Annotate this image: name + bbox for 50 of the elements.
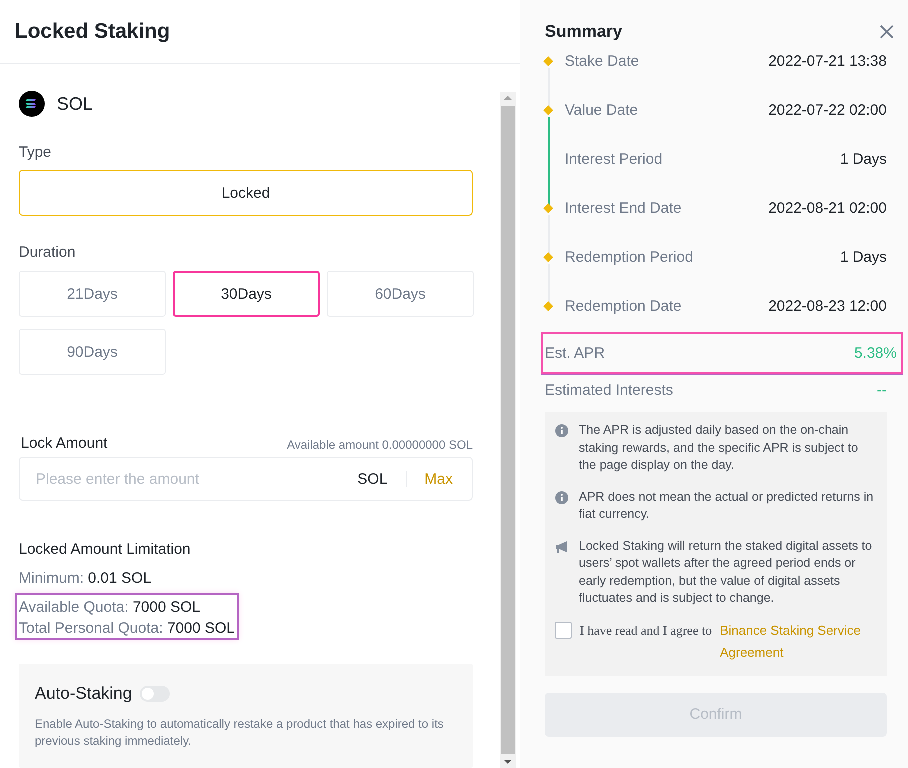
summary-label: Value Date bbox=[565, 103, 640, 119]
max-button[interactable]: Max bbox=[424, 470, 453, 488]
field-label: Duration bbox=[19, 244, 77, 261]
summary-title: Summary bbox=[545, 22, 622, 42]
agreement-text: I have read and I agree to bbox=[580, 622, 712, 640]
auto-staking-description: Enable Auto-Staking to automatically restake a product that has expired to its previous staking immediately. bbox=[35, 716, 445, 750]
duration-option[interactable]: 90Days bbox=[19, 329, 166, 375]
summary-label: Redemption Date bbox=[565, 299, 683, 315]
checkbox[interactable] bbox=[555, 622, 572, 638]
limit-text: Total Personal Quota: 7000 SOL bbox=[19, 620, 235, 637]
auto-staking-label: Auto-Staking bbox=[35, 684, 132, 704]
apr-label: Est. APR bbox=[545, 344, 606, 362]
coin-icon bbox=[19, 91, 45, 117]
duration-option[interactable]: 60Days bbox=[327, 271, 474, 317]
notice-text: APR does not mean the actual or predicted returns in fiat currency. bbox=[579, 488, 875, 523]
section-title: Locked Amount Limitation bbox=[19, 541, 192, 558]
unit-label: SOL bbox=[358, 470, 388, 488]
summary-value: 2022-08-23 12:00 bbox=[768, 299, 887, 315]
summary-label: Interest End Date bbox=[565, 201, 683, 217]
info-icon bbox=[555, 424, 569, 438]
summary-value: 2022-07-21 13:38 bbox=[768, 54, 887, 70]
summary-label: Redemption Period bbox=[565, 250, 694, 266]
megaphone-icon bbox=[555, 540, 569, 554]
notice-text: Locked Staking will return the staked digital assets to users’ spot wallets after the agreed period ends or early redemption, but the value of digital assets fluctuates and is subject to change. bbox=[579, 538, 874, 607]
summary-value: 1 Days bbox=[840, 152, 887, 168]
notice-text: The APR is adjusted daily based on the on-chain staking rewards, and the specific APR is subject to the page display on the day. bbox=[579, 422, 860, 474]
scrollbar[interactable] bbox=[500, 92, 516, 768]
dialog-title: Locked Staking bbox=[15, 20, 170, 44]
limit-text: Available Quota: 7000 SOL bbox=[19, 599, 202, 616]
summary-value: 2022-08-21 02:00 bbox=[768, 201, 887, 217]
field-label: Lock Amount bbox=[21, 435, 108, 452]
available-amount: Available amount 0.00000000 SOL bbox=[287, 438, 473, 452]
interest-label: Estimated Interests bbox=[545, 382, 674, 399]
interest-value: -- bbox=[877, 382, 887, 399]
asset-name: SOL bbox=[57, 94, 94, 114]
limit-text: Minimum: 0.01 SOL bbox=[19, 570, 153, 587]
summary-label: Stake Date bbox=[565, 54, 640, 70]
summary-value: 2022-07-22 02:00 bbox=[768, 103, 887, 119]
toggle-switch[interactable] bbox=[140, 686, 170, 702]
duration-option[interactable]: 30Days bbox=[173, 271, 320, 317]
agreement-link[interactable]: Binance Staking Service Agreement bbox=[720, 620, 875, 664]
summary-value: 1 Days bbox=[840, 250, 887, 266]
duration-option[interactable]: 21Days bbox=[19, 271, 166, 317]
info-icon bbox=[555, 490, 569, 504]
close-icon[interactable] bbox=[879, 24, 895, 40]
apr-value: 5.38% bbox=[854, 344, 897, 362]
type-option[interactable]: Locked bbox=[19, 170, 473, 216]
amount-field[interactable]: Please enter the amount SOL Max bbox=[19, 457, 473, 501]
field-label: Type bbox=[19, 144, 53, 161]
summary-label: Interest Period bbox=[565, 152, 664, 168]
